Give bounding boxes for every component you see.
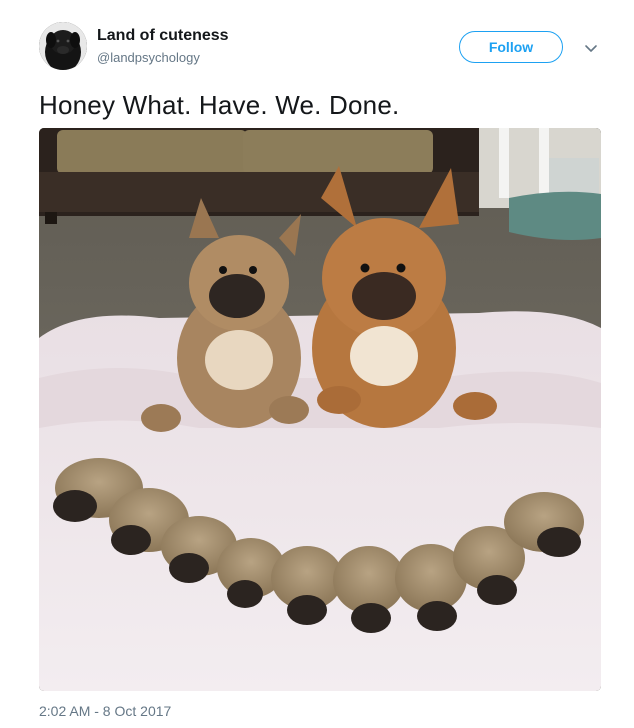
avatar[interactable] xyxy=(39,22,87,70)
tweet-timestamp[interactable]: 2:02 AM - 8 Oct 2017 xyxy=(39,702,171,720)
chevron-down-icon[interactable] xyxy=(583,40,599,56)
tweet-text: Honey What. Have. We. Done. xyxy=(39,90,400,120)
dogs-photo-image xyxy=(39,128,601,691)
tweet-card: Land of cuteness @landpsychology Follow … xyxy=(0,0,634,728)
user-handle[interactable]: @landpsychology xyxy=(97,49,229,67)
tweet-photo[interactable] xyxy=(39,128,601,691)
user-names: Land of cuteness @landpsychology xyxy=(97,26,229,67)
display-name[interactable]: Land of cuteness xyxy=(97,26,229,46)
follow-button[interactable]: Follow xyxy=(459,31,563,63)
tweet-header: Land of cuteness @landpsychology Follow xyxy=(39,22,609,74)
